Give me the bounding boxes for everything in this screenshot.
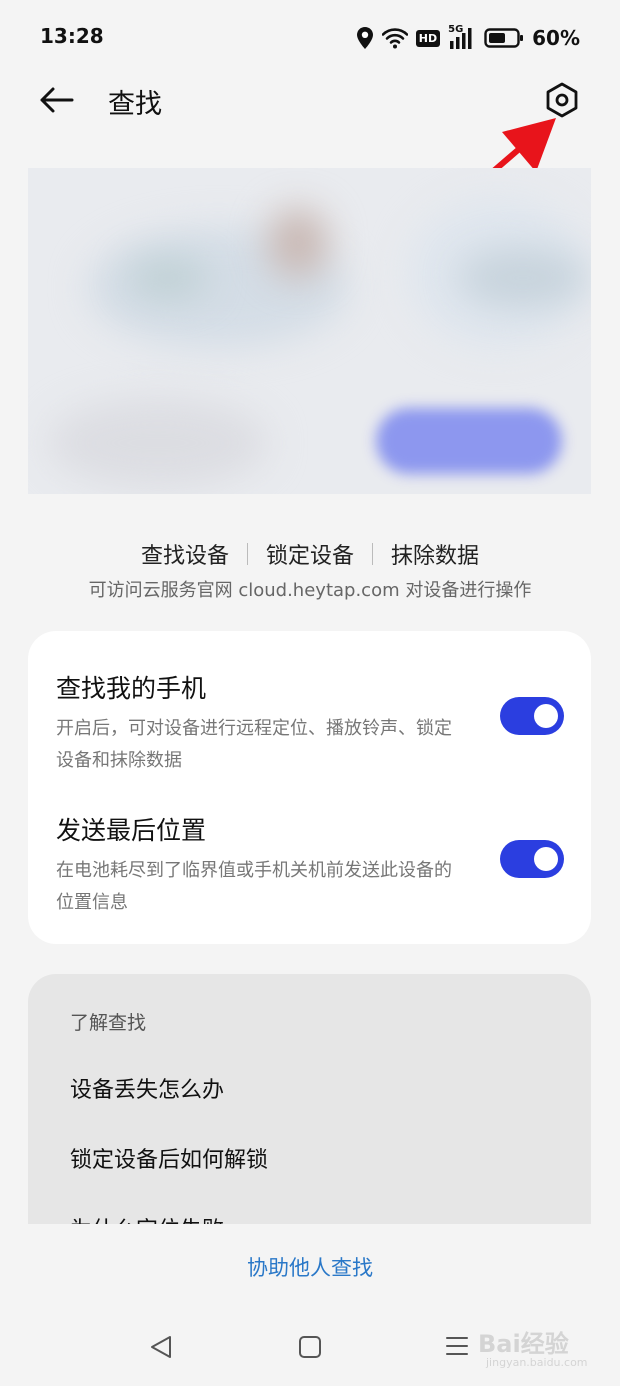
toggle-knob (534, 847, 558, 871)
faq-item[interactable]: 锁定设备后如何解锁 (70, 1142, 268, 1174)
triangle-back-icon[interactable] (148, 1334, 174, 1364)
status-bar: 13:28 HD 5G 60% (0, 0, 620, 76)
faq-heading: 了解查找 (70, 1012, 147, 1034)
wifi-icon (381, 27, 408, 49)
setting-send-last-location: 发送最后位置 在电池耗尽到了临界值或手机关机前发送此设备的位置信息 (56, 811, 566, 919)
faq-item[interactable]: 设备丢失怎么办 (70, 1072, 224, 1104)
app-bar: 查找 (0, 70, 620, 130)
setting-description: 在电池耗尽到了临界值或手机关机前发送此设备的位置信息 (56, 860, 452, 913)
setting-title: 发送最后位置 (56, 816, 207, 845)
help-others-find-link[interactable]: 协助他人查找 (0, 1252, 620, 1282)
map-preview[interactable] (28, 168, 591, 494)
settings-button[interactable] (540, 78, 584, 122)
navigation-bar: Bai经验 jingyan.baidu.com (0, 1310, 620, 1386)
location-icon (356, 26, 374, 50)
status-icons: HD 5G 60% (356, 22, 580, 54)
toggle-knob (534, 704, 558, 728)
settings-card: 查找我的手机 开启后，可对设备进行远程定位、播放铃声、锁定设备和抹除数据 发送最… (28, 631, 591, 944)
status-time: 13:28 (40, 24, 104, 48)
cloud-hint: 可访问云服务官网 cloud.heytap.com 对设备进行操作 (88, 580, 532, 601)
send-last-location-toggle[interactable] (500, 840, 564, 878)
setting-description: 开启后，可对设备进行远程定位、播放铃声、锁定设备和抹除数据 (56, 718, 452, 771)
divider (372, 543, 373, 565)
faq-card: 了解查找 设备丢失怎么办 锁定设备后如何解锁 为什么定位失败 (28, 974, 591, 1224)
find-my-phone-toggle[interactable] (500, 697, 564, 735)
feature-erase-data: 抹除数据 (391, 544, 480, 569)
battery-icon (484, 27, 524, 49)
menu-lines-icon[interactable] (445, 1334, 469, 1362)
divider (246, 543, 248, 565)
feature-links: 查找设备 锁定设备 抹除数据 (0, 536, 620, 572)
feature-lock-device: 锁定设备 (265, 544, 354, 569)
signal-5g-icon: 5G (448, 24, 476, 50)
settings-hexagon-icon (546, 82, 578, 118)
setting-title: 查找我的手机 (56, 674, 207, 703)
watermark-sub: jingyan.baidu.com (486, 1356, 588, 1369)
back-button[interactable] (34, 82, 78, 118)
baidu-watermark: Bai经验 jingyan.baidu.com (472, 1322, 592, 1378)
battery-percent: 60% (532, 26, 580, 50)
setting-find-my-phone: 查找我的手机 开启后，可对设备进行远程定位、播放铃声、锁定设备和抹除数据 (56, 669, 566, 777)
faq-item[interactable]: 为什么定位失败 (70, 1212, 224, 1224)
watermark-text: Bai经验 (478, 1330, 569, 1358)
arrow-left-icon (40, 87, 74, 113)
square-home-icon[interactable] (298, 1335, 322, 1363)
map-action-button[interactable] (376, 408, 562, 474)
feature-find-device: 查找设备 (140, 544, 229, 569)
page-title: 查找 (108, 89, 162, 120)
hd-badge: HD (415, 29, 441, 47)
